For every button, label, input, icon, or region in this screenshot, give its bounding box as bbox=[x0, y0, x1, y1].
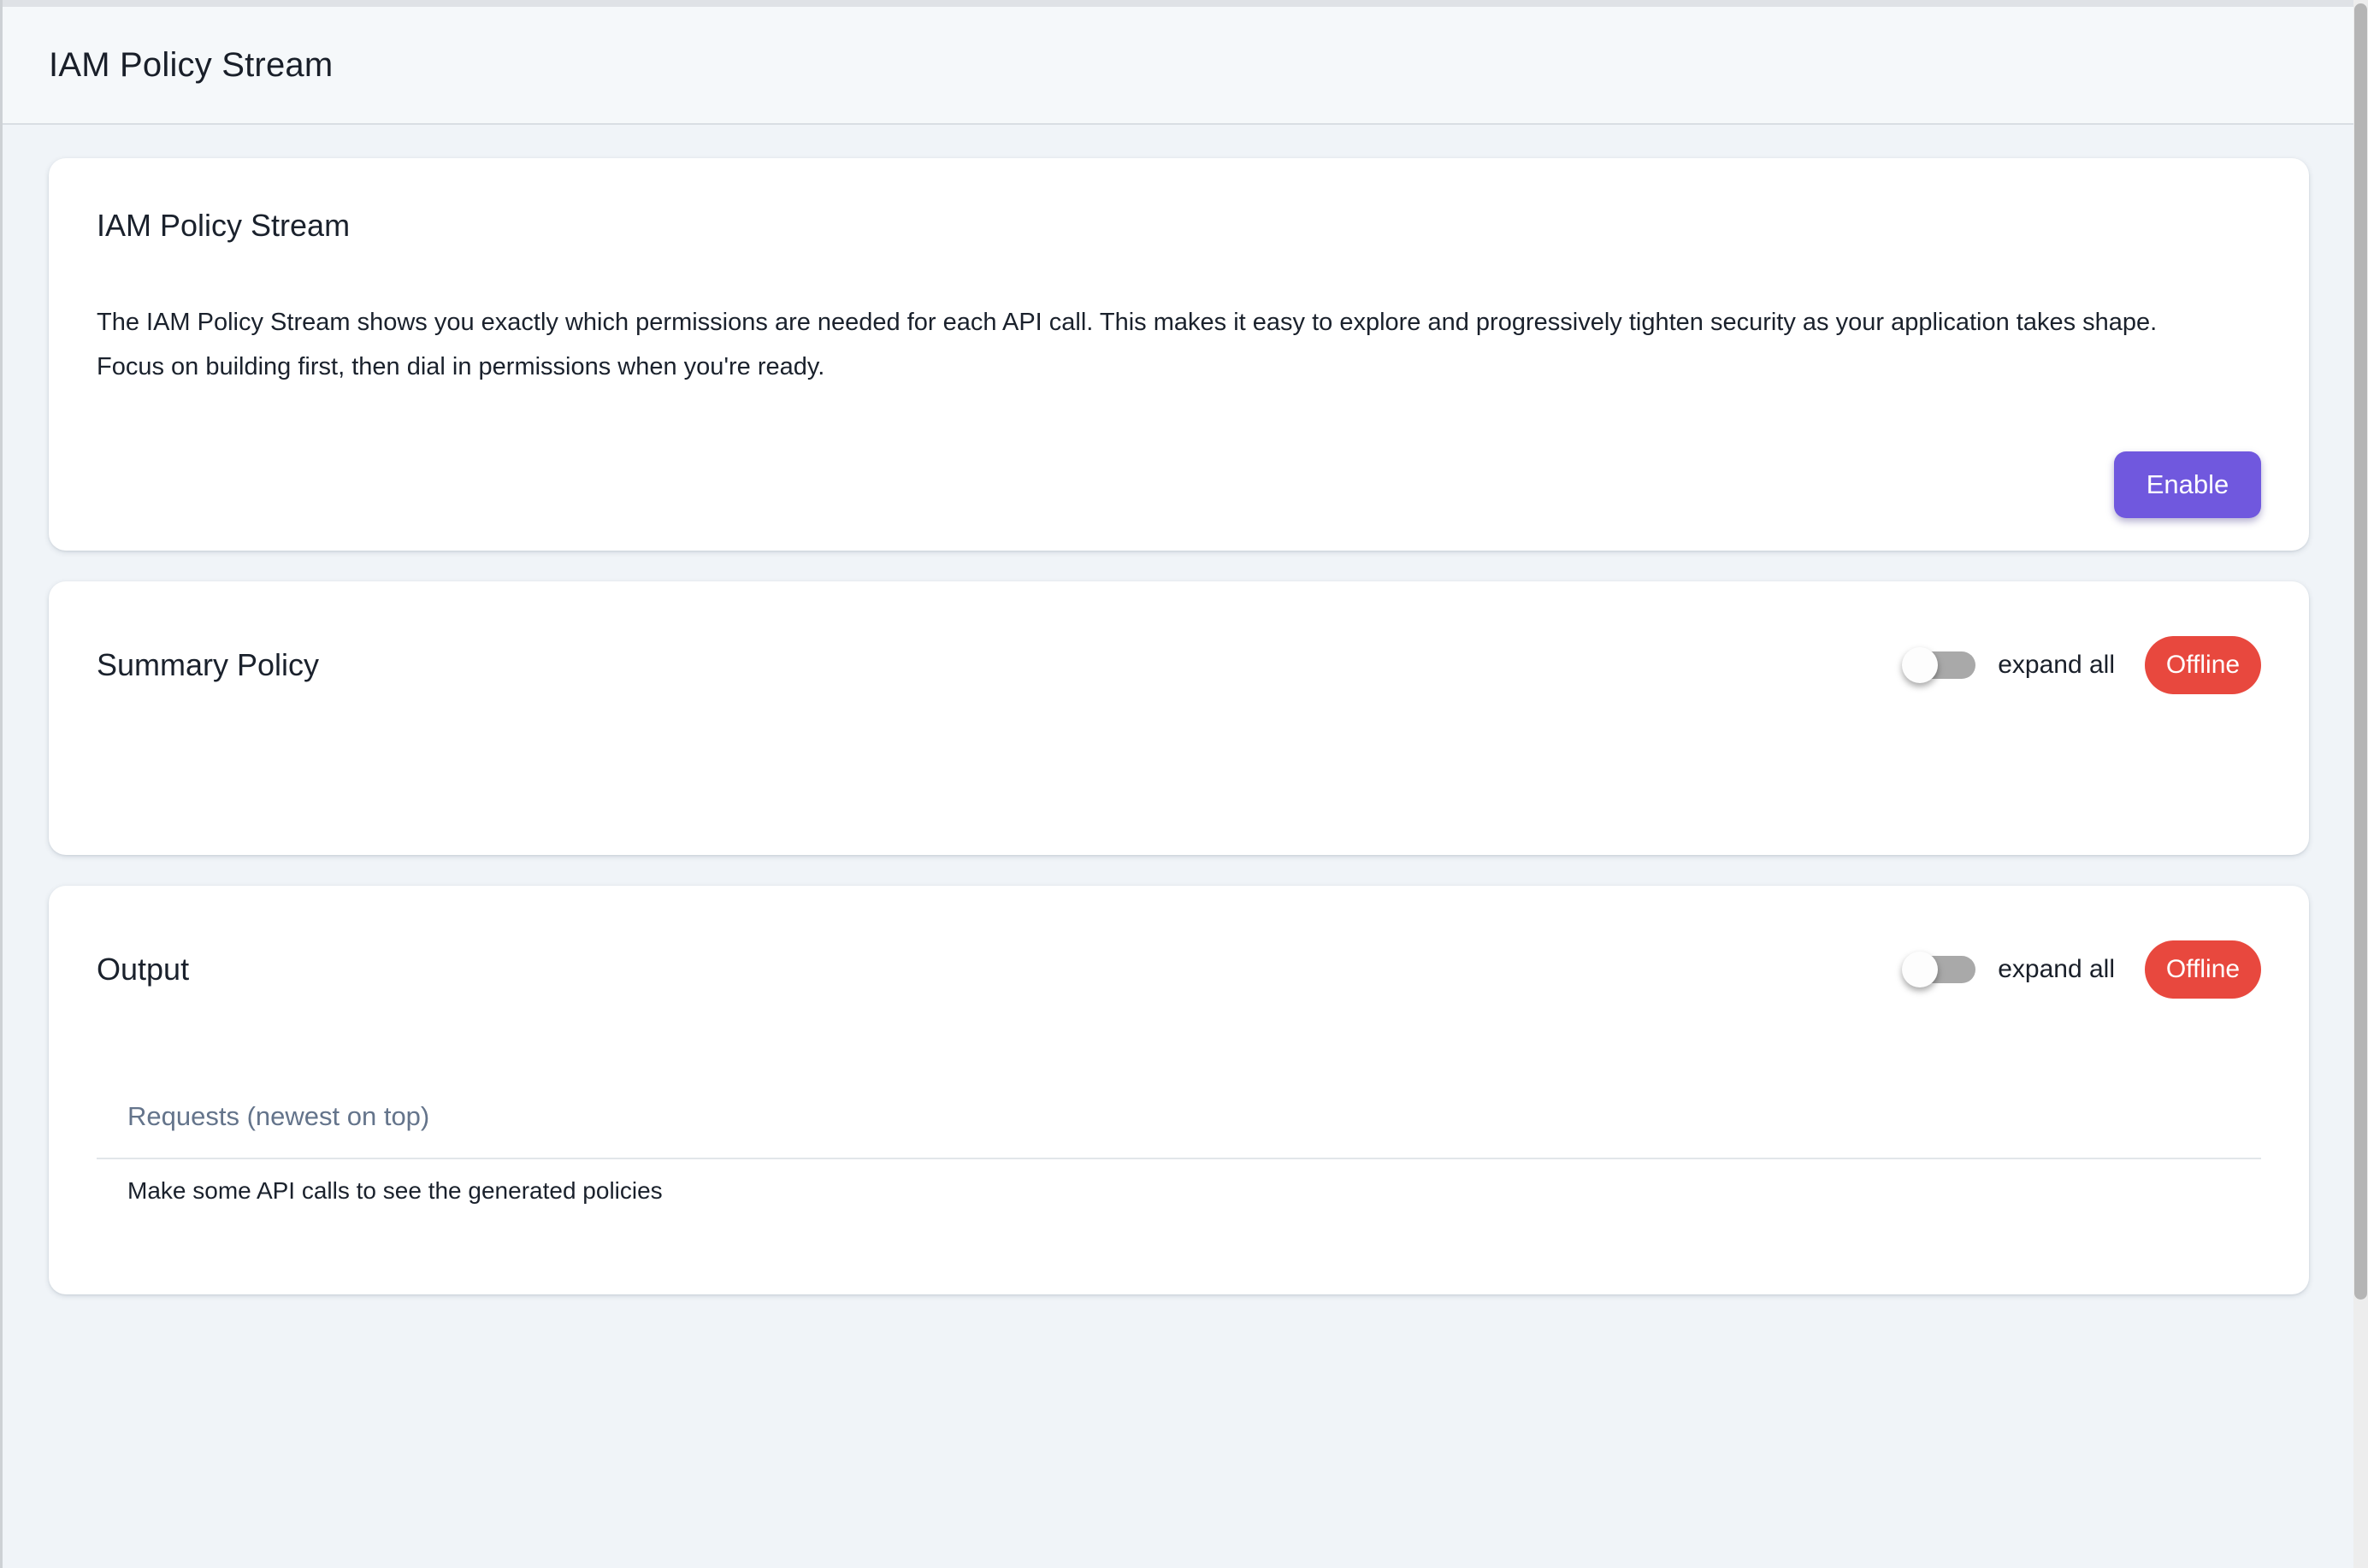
summary-policy-header-row: Summary Policy expand all Offline bbox=[49, 581, 2309, 694]
enable-button[interactable]: Enable bbox=[2114, 451, 2261, 518]
summary-policy-controls: expand all Offline bbox=[1904, 636, 2261, 694]
summary-expand-all-label: expand all bbox=[1998, 651, 2115, 680]
output-header-row: Output expand all Offline bbox=[49, 886, 2309, 999]
summary-policy-card: Summary Policy expand all Offline bbox=[49, 581, 2309, 855]
summary-status-badge: Offline bbox=[2145, 636, 2261, 694]
page-header: IAM Policy Stream bbox=[0, 7, 2368, 125]
output-expand-all-label: expand all bbox=[1998, 955, 2115, 984]
intro-card-actions: Enable bbox=[97, 451, 2261, 518]
scrollbar-thumb[interactable] bbox=[2354, 3, 2367, 1300]
page-title: IAM Policy Stream bbox=[49, 46, 333, 85]
output-heading: Output bbox=[97, 952, 189, 987]
output-controls: expand all Offline bbox=[1904, 940, 2261, 999]
scrollbar-track[interactable] bbox=[2353, 0, 2368, 1568]
requests-section: Requests (newest on top) Make some API c… bbox=[49, 1101, 2309, 1293]
summary-policy-heading: Summary Policy bbox=[97, 647, 319, 683]
window-top-band bbox=[0, 0, 2353, 7]
toggle-knob bbox=[1902, 647, 1938, 683]
requests-divider bbox=[97, 1158, 2261, 1159]
output-card: Output expand all Offline Requests (newe… bbox=[49, 886, 2309, 1294]
summary-expand-toggle[interactable] bbox=[1904, 651, 1975, 679]
intro-card: IAM Policy Stream The IAM Policy Stream … bbox=[49, 158, 2309, 551]
output-expand-toggle[interactable] bbox=[1904, 956, 1975, 983]
intro-card-heading: IAM Policy Stream bbox=[97, 208, 2261, 244]
main-content: IAM Policy Stream The IAM Policy Stream … bbox=[0, 125, 2368, 1294]
output-status-badge: Offline bbox=[2145, 940, 2261, 999]
toggle-knob bbox=[1902, 952, 1938, 987]
requests-empty-message: Make some API calls to see the generated… bbox=[97, 1177, 2261, 1293]
requests-section-heading: Requests (newest on top) bbox=[97, 1101, 2261, 1132]
window-left-edge bbox=[0, 0, 3, 1568]
intro-card-description: The IAM Policy Stream shows you exactly … bbox=[97, 300, 2217, 389]
